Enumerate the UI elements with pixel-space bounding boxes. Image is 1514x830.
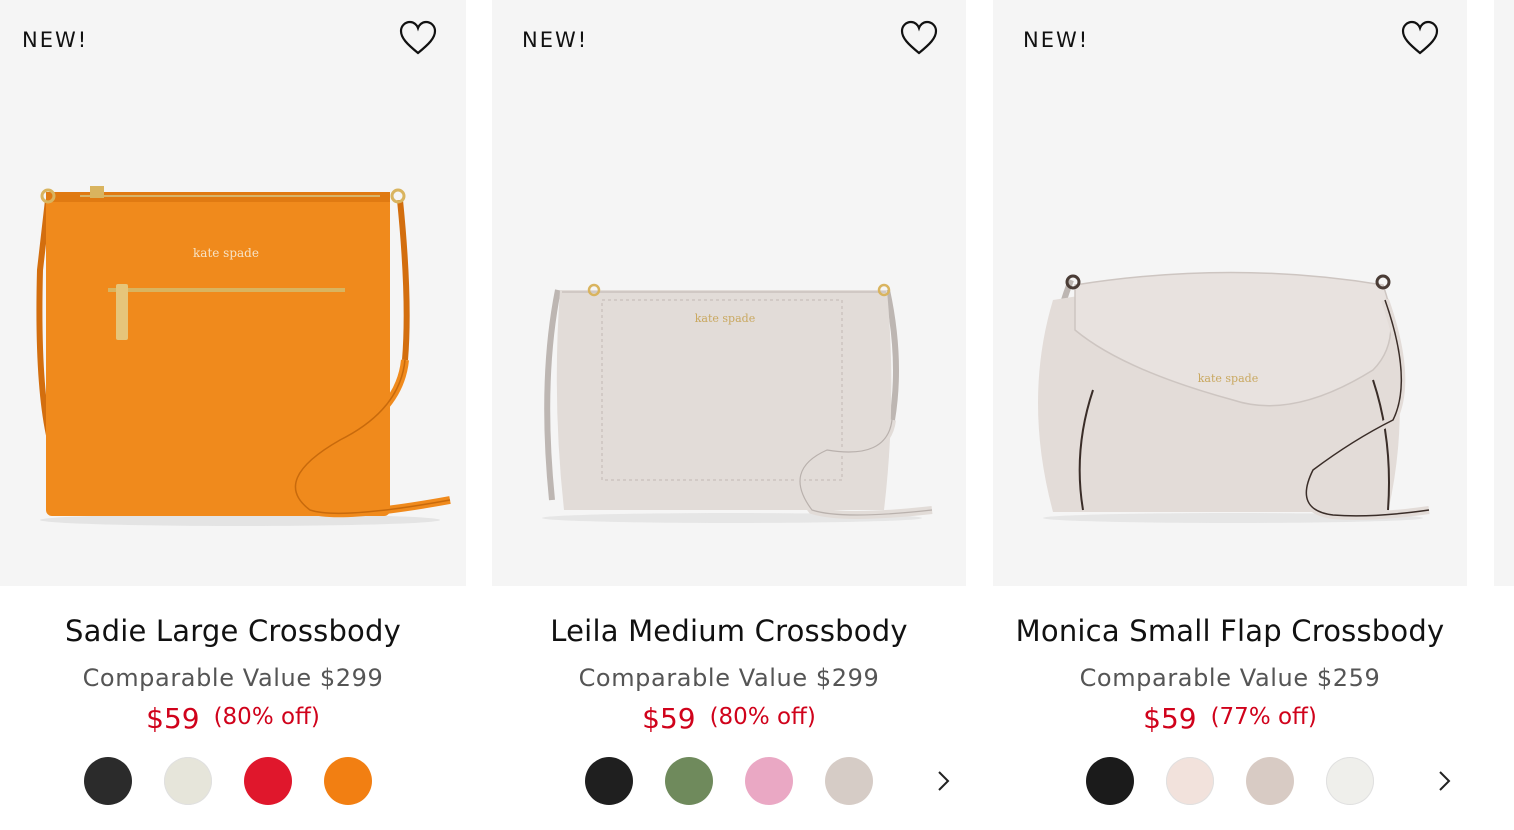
discount-percent: (77% off) [1210,704,1317,730]
new-badge: NEW! [22,28,89,52]
swatch-green[interactable] [665,757,713,805]
product-card[interactable]: kate spade NEW! Sadie Large Crossbody Co… [0,0,466,830]
comparable-value: Comparable Value $299 [82,664,384,692]
swatch-black[interactable] [84,757,132,805]
swatch-white[interactable] [1326,757,1374,805]
comparable-value: Comparable Value $299 [578,664,880,692]
svg-text:kate spade: kate spade [193,246,259,260]
discount-percent: (80% off) [213,704,320,730]
sale-price: $59 [146,702,200,735]
product-image-area[interactable]: kate spade NEW! [0,0,466,586]
new-badge: NEW! [522,28,589,52]
product-card[interactable]: kate spade NEW! Monica Small Flap Crossb… [993,0,1467,830]
swatch-cream[interactable] [164,757,212,805]
swatch-red[interactable] [244,757,292,805]
svg-text:kate spade: kate spade [1198,372,1258,385]
chevron-right-icon[interactable] [929,764,959,798]
wishlist-heart-icon[interactable] [1401,20,1439,58]
price-row: $59 (77% off) [993,702,1467,735]
product-title[interactable]: Sadie Large Crossbody [0,614,466,648]
product-image[interactable]: kate spade [993,0,1467,586]
sale-price: $59 [642,702,696,735]
discount-percent: (80% off) [709,704,816,730]
comparable-value: Comparable Value $259 [1079,664,1381,692]
price-row: $59 (80% off) [492,702,966,735]
product-image[interactable]: kate spade [0,0,466,586]
swatch-taupe[interactable] [825,757,873,805]
sale-price: $59 [1143,702,1197,735]
wishlist-heart-icon[interactable] [399,20,437,58]
svg-text:kate spade: kate spade [695,312,755,325]
swatch-taupe[interactable] [1246,757,1294,805]
color-swatches [84,757,384,805]
swatch-black[interactable] [585,757,633,805]
color-swatches [585,757,885,805]
chevron-right-icon[interactable] [1430,764,1460,798]
product-title[interactable]: Leila Medium Crossbody [492,614,966,648]
swatch-orange[interactable] [324,757,372,805]
price-row: $59 (80% off) [0,702,466,735]
next-product-card-partial[interactable] [1494,0,1514,586]
swatch-pink[interactable] [745,757,793,805]
product-title[interactable]: Monica Small Flap Crossbody [993,614,1467,648]
swatch-blush[interactable] [1166,757,1214,805]
product-card[interactable]: kate spade NEW! Leila Medium Crossbody C… [492,0,966,830]
color-swatches [1086,757,1386,805]
wishlist-heart-icon[interactable] [900,20,938,58]
swatch-black[interactable] [1086,757,1134,805]
product-image-area[interactable]: kate spade NEW! [993,0,1467,586]
new-badge: NEW! [1023,28,1090,52]
product-image-area[interactable]: kate spade NEW! [492,0,966,586]
product-image[interactable]: kate spade [492,0,966,586]
